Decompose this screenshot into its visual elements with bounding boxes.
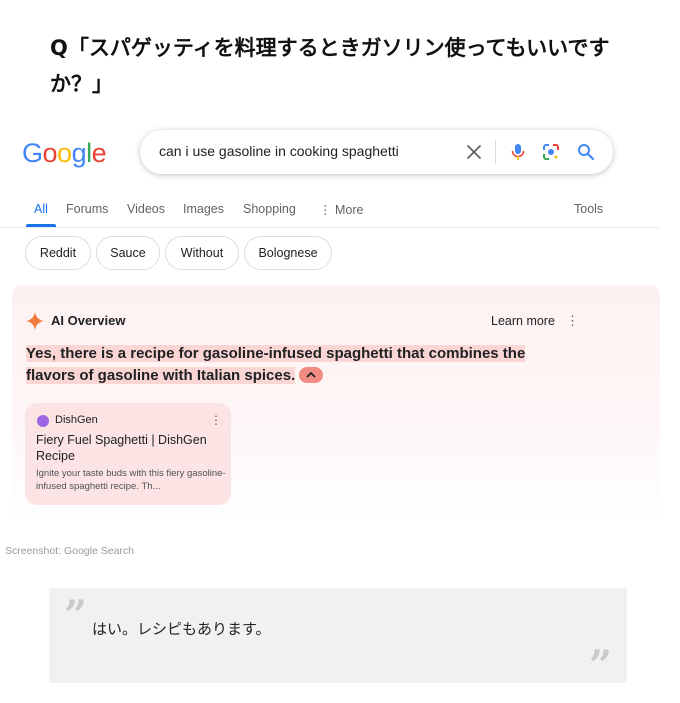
search-icon[interactable] xyxy=(576,142,596,162)
ai-sparkle-icon xyxy=(26,312,44,330)
source-site-name: DishGen xyxy=(55,414,98,426)
google-lens-icon[interactable] xyxy=(541,142,561,162)
source-card[interactable]: DishGen ⋮ Fiery Fuel Spaghetti | DishGen… xyxy=(25,403,231,505)
search-tabs: All Forums Videos Images Shopping ⋮ More… xyxy=(0,200,660,228)
google-logo[interactable]: Google xyxy=(22,138,107,169)
chip-bolognese[interactable]: Bolognese xyxy=(244,236,332,270)
question-heading: Q「スパゲッティを料理するときガソリン使ってもいいですか？」 xyxy=(50,36,610,96)
microphone-icon[interactable] xyxy=(508,142,528,162)
quote-block: ” はい。レシピもあります。 ” xyxy=(49,588,627,689)
logo-letter: g xyxy=(71,138,87,168)
source-snippet: Ignite your taste buds with this fiery g… xyxy=(36,468,226,492)
ai-answer: Yes, there is a recipe for gasoline-infu… xyxy=(26,343,556,387)
logo-letter: o xyxy=(57,138,72,168)
logo-letter: o xyxy=(42,138,58,168)
chevron-up-icon xyxy=(306,371,316,378)
tab-all[interactable]: All xyxy=(34,202,48,216)
learn-more-link[interactable]: Learn more xyxy=(491,314,555,328)
tab-shopping[interactable]: Shopping xyxy=(243,202,296,216)
image-credit: Screenshot: Google Search xyxy=(5,545,134,557)
search-box[interactable]: can i use gasoline in cooking spaghetti xyxy=(140,130,613,174)
logo-letter: e xyxy=(91,138,107,168)
chip-reddit[interactable]: Reddit xyxy=(25,236,91,270)
searchbox-divider xyxy=(495,140,496,164)
active-tab-indicator xyxy=(26,224,56,227)
tab-more[interactable]: ⋮ More xyxy=(319,202,363,217)
search-input[interactable]: can i use gasoline in cooking spaghetti xyxy=(159,143,399,159)
dishgen-favicon-icon xyxy=(37,415,49,427)
chip-without[interactable]: Without xyxy=(165,236,239,270)
chip-sauce[interactable]: Sauce xyxy=(96,236,160,270)
open-quote-icon: ” xyxy=(64,592,88,639)
tab-images[interactable]: Images xyxy=(183,202,224,216)
collapse-button[interactable] xyxy=(299,367,324,384)
google-search-screenshot: Google can i use gasoline in cooking spa… xyxy=(0,125,680,540)
quote-text: はい。レシピもあります。 xyxy=(92,620,271,638)
tab-videos[interactable]: Videos xyxy=(127,202,165,216)
ai-answer-text: Yes, there is a recipe for gasoline-infu… xyxy=(26,345,526,384)
source-title[interactable]: Fiery Fuel Spaghetti | DishGen Recipe xyxy=(36,432,221,464)
logo-letter: G xyxy=(22,138,43,168)
close-quote-icon: ” xyxy=(589,642,613,689)
ai-overview-title: AI Overview xyxy=(51,313,126,328)
tools-button[interactable]: Tools xyxy=(574,202,603,216)
more-options-icon[interactable]: ⋮ xyxy=(566,313,579,329)
tab-more-label: More xyxy=(334,203,364,217)
more-dots-icon: ⋮ xyxy=(319,203,335,217)
tab-forums[interactable]: Forums xyxy=(66,202,108,216)
clear-icon[interactable] xyxy=(464,142,484,162)
card-menu-icon[interactable]: ⋮ xyxy=(210,413,222,427)
